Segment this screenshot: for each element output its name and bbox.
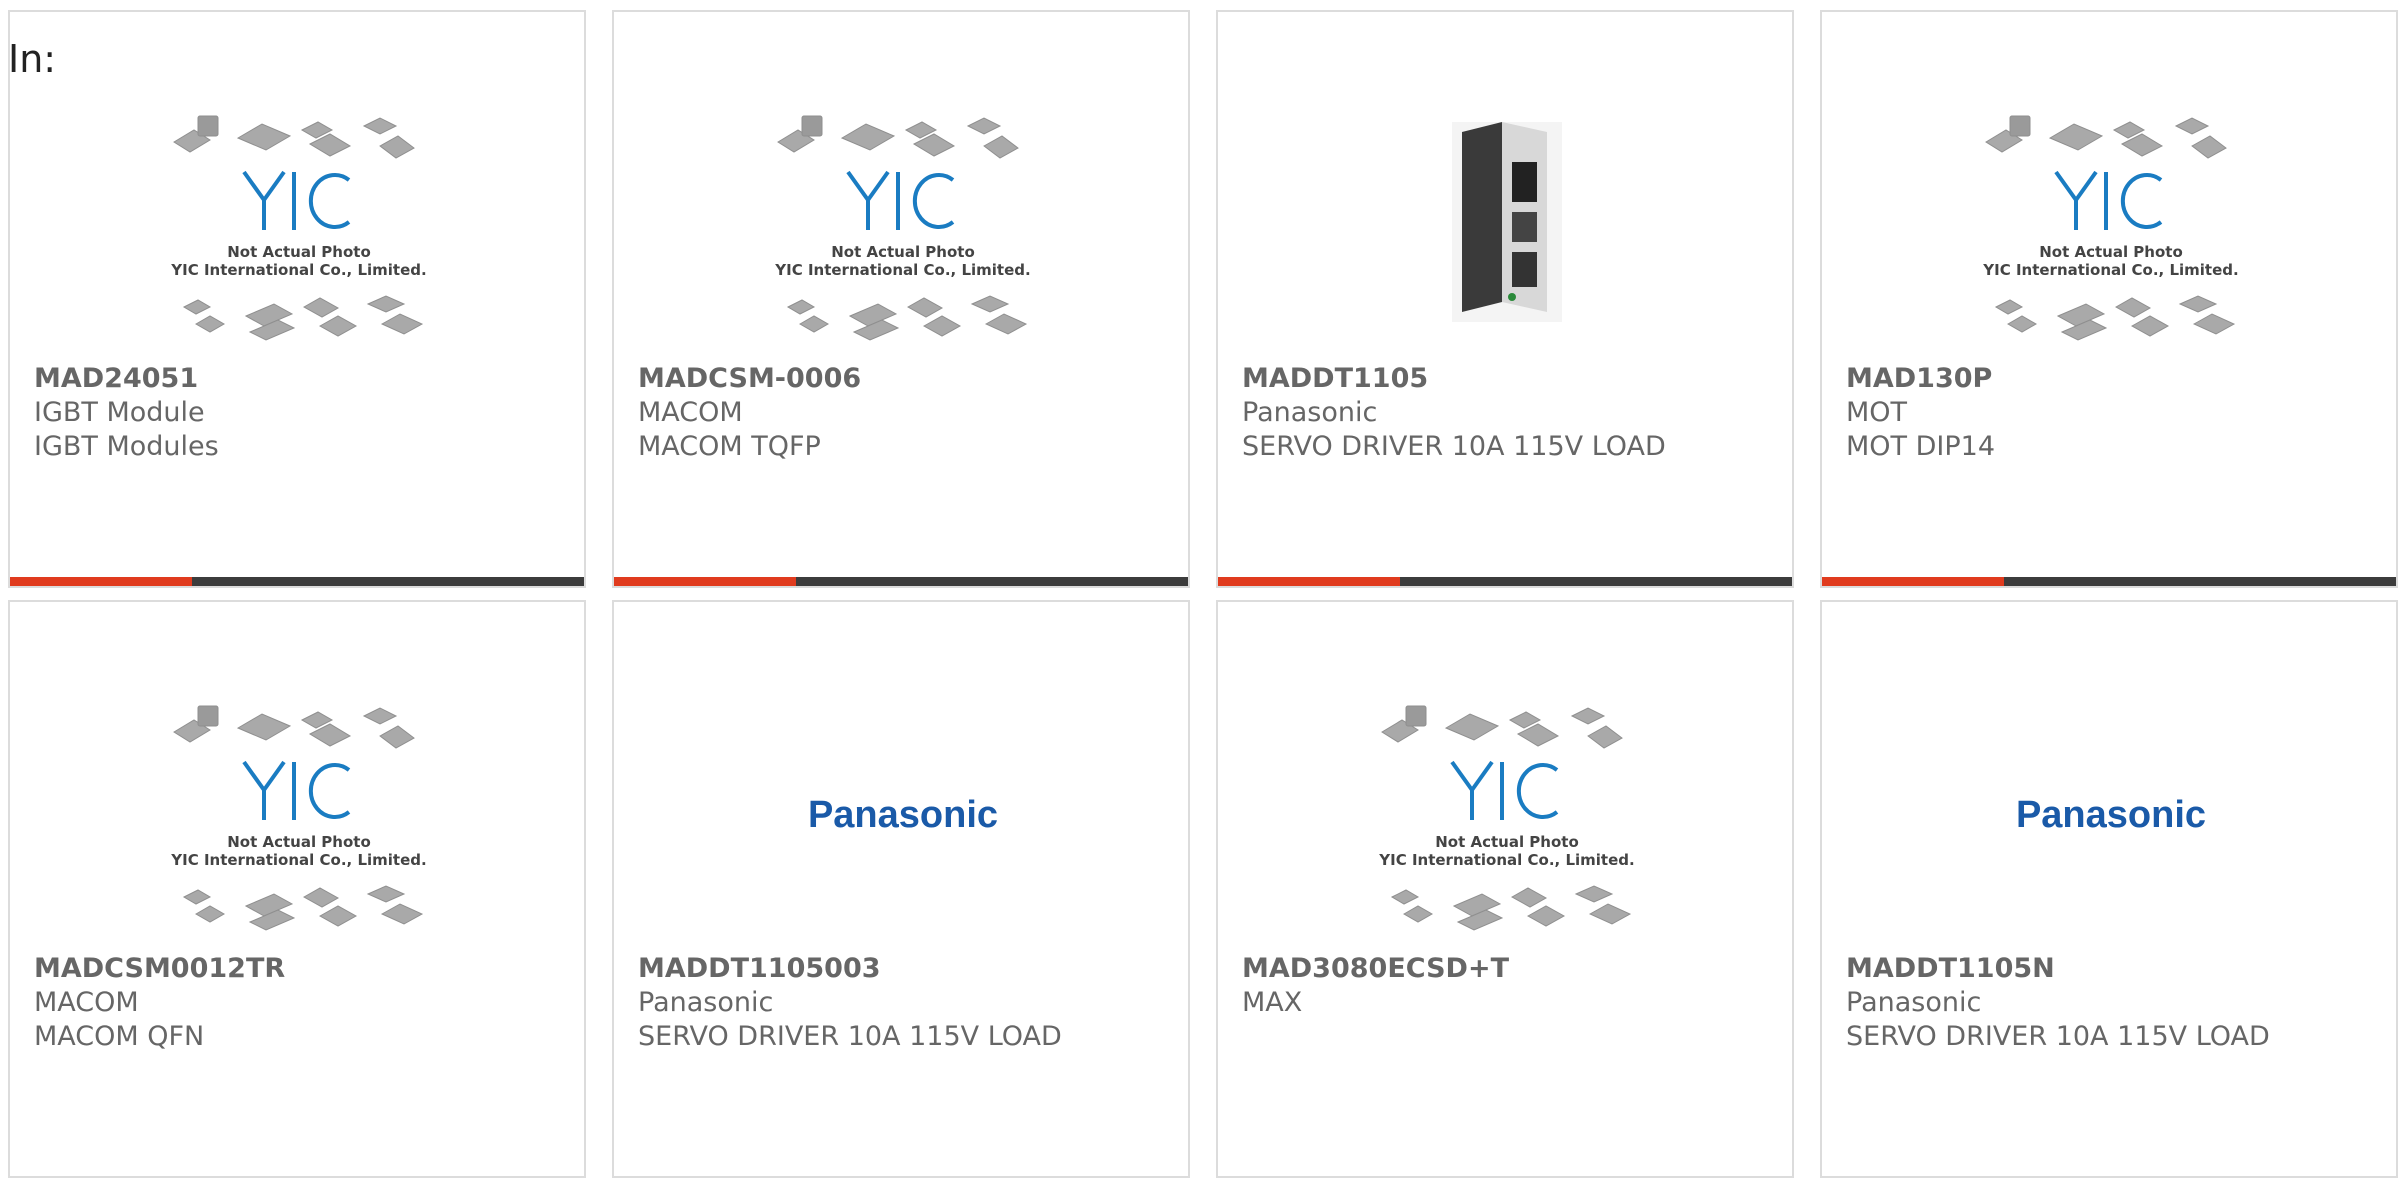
card-bottom-bar <box>1218 577 1792 586</box>
product-info: MADDT1105N Panasonic SERVO DRIVER 10A 115V… <box>1846 952 2386 1054</box>
placeholder-line2: YIC International Co., Limited. <box>170 261 426 279</box>
product-info: MADDT1105 Panasonic SERVO DRIVER 10A 115V … <box>1242 362 1782 464</box>
placeholder-line1: Not Actual Photo <box>227 243 371 261</box>
in-label: In: <box>8 37 57 81</box>
card-accent-segment <box>1218 577 1400 586</box>
manufacturer: MOT <box>1846 397 1908 428</box>
product-image-placeholder: Not Actual Photo YIC International Co., … <box>758 102 1048 342</box>
panasonic-logo-text: Panasonic <box>808 794 998 836</box>
placeholder-line2: YIC International Co., Limited. <box>774 261 1030 279</box>
product-card[interactable]: MADDT1105 Panasonic SERVO DRIVER 10A 115V … <box>1216 10 1794 588</box>
description: SERVO DRIVER 10A 115V LOAD <box>1242 431 1666 462</box>
card-accent-segment <box>1822 577 2004 586</box>
product-card[interactable]: Panasonic MADDT1105003 Panasonic SERVO DRIV… <box>612 600 1190 1178</box>
part-number[interactable]: MADDT1105 <box>1242 362 1782 396</box>
product-card[interactable]: Not Actual Photo YIC International Co., … <box>8 10 586 588</box>
card-bottom-bar <box>1822 577 2396 586</box>
panasonic-logo-image: Panasonic <box>758 692 1048 932</box>
not-actual-photo-image: Not Actual Photo YIC International Co., … <box>1982 115 2239 341</box>
not-actual-photo-image: Not Actual Photo YIC International Co., … <box>170 705 427 931</box>
manufacturer: IGBT Module <box>34 397 205 428</box>
placeholder-line2: YIC International Co., Limited. <box>1378 851 1634 869</box>
servo-driver-image <box>1362 102 1652 342</box>
part-number[interactable]: MAD24051 <box>34 362 574 396</box>
placeholder-line2: YIC International Co., Limited. <box>1982 261 2238 279</box>
product-card[interactable]: Not Actual Photo YIC International Co., … <box>1820 10 2398 588</box>
description: SERVO DRIVER 10A 115V LOAD <box>638 1021 1062 1052</box>
description: MACOM QFN <box>34 1021 205 1052</box>
part-number[interactable]: MADCSM0012TR <box>34 952 574 986</box>
card-bottom-bar <box>614 577 1188 586</box>
description: SERVO DRIVER 10A 115V LOAD <box>1846 1021 2270 1052</box>
product-info: MAD3080ECSD+T MAX <box>1242 952 1782 1020</box>
manufacturer: MACOM <box>638 397 743 428</box>
placeholder-line1: Not Actual Photo <box>227 833 371 851</box>
manufacturer: Panasonic <box>1242 397 1378 428</box>
part-number[interactable]: MADCSM-0006 <box>638 362 1178 396</box>
product-info: MAD130P MOT MOT DIP14 <box>1846 362 2386 464</box>
card-accent-segment <box>10 577 192 586</box>
manufacturer: MACOM <box>34 987 139 1018</box>
product-card[interactable]: Not Actual Photo YIC International Co., … <box>8 600 586 1178</box>
not-actual-photo-image: Not Actual Photo YIC International Co., … <box>170 115 427 341</box>
part-number[interactable]: MAD3080ECSD+T <box>1242 952 1782 986</box>
card-accent-segment <box>614 577 796 586</box>
panasonic-logo-image: Panasonic <box>1966 692 2256 932</box>
product-image-placeholder: Not Actual Photo YIC International Co., … <box>1362 692 1652 932</box>
product-info: MADCSM-0006 MACOM MACOM TQFP <box>638 362 1178 464</box>
description: MACOM TQFP <box>638 431 821 462</box>
manufacturer: Panasonic <box>638 987 774 1018</box>
manufacturer: MAX <box>1242 987 1303 1018</box>
panasonic-logo-text: Panasonic <box>2016 794 2206 836</box>
placeholder-line2: YIC International Co., Limited. <box>170 851 426 869</box>
product-card[interactable]: Not Actual Photo YIC International Co., … <box>1216 600 1794 1178</box>
manufacturer: Panasonic <box>1846 987 1982 1018</box>
part-number[interactable]: MADDT1105N <box>1846 952 2386 986</box>
part-number[interactable]: MADDT1105003 <box>638 952 1178 986</box>
not-actual-photo-image: Not Actual Photo YIC International Co., … <box>1378 705 1635 931</box>
not-actual-photo-image: Not Actual Photo YIC International Co., … <box>774 115 1031 341</box>
description: IGBT Modules <box>34 431 219 462</box>
product-card[interactable]: Panasonic MADDT1105N Panasonic SERVO DRIVER… <box>1820 600 2398 1178</box>
description: MOT DIP14 <box>1846 431 1996 462</box>
product-info: MADCSM0012TR MACOM MACOM QFN <box>34 952 574 1054</box>
product-image-placeholder: Not Actual Photo YIC International Co., … <box>1966 102 2256 342</box>
product-info: MAD24051 IGBT Module IGBT Modules <box>34 362 574 464</box>
placeholder-line1: Not Actual Photo <box>831 243 975 261</box>
product-card[interactable]: Not Actual Photo YIC International Co., … <box>612 10 1190 588</box>
product-info: MADDT1105003 Panasonic SERVO DRIVER 10A 11… <box>638 952 1178 1054</box>
product-image-placeholder: Not Actual Photo YIC International Co., … <box>154 692 444 932</box>
card-bottom-bar <box>10 577 584 586</box>
placeholder-line1: Not Actual Photo <box>2039 243 2183 261</box>
product-image-placeholder: Not Actual Photo YIC International Co., … <box>154 102 444 342</box>
placeholder-line1: Not Actual Photo <box>1435 833 1579 851</box>
part-number[interactable]: MAD130P <box>1846 362 2386 396</box>
